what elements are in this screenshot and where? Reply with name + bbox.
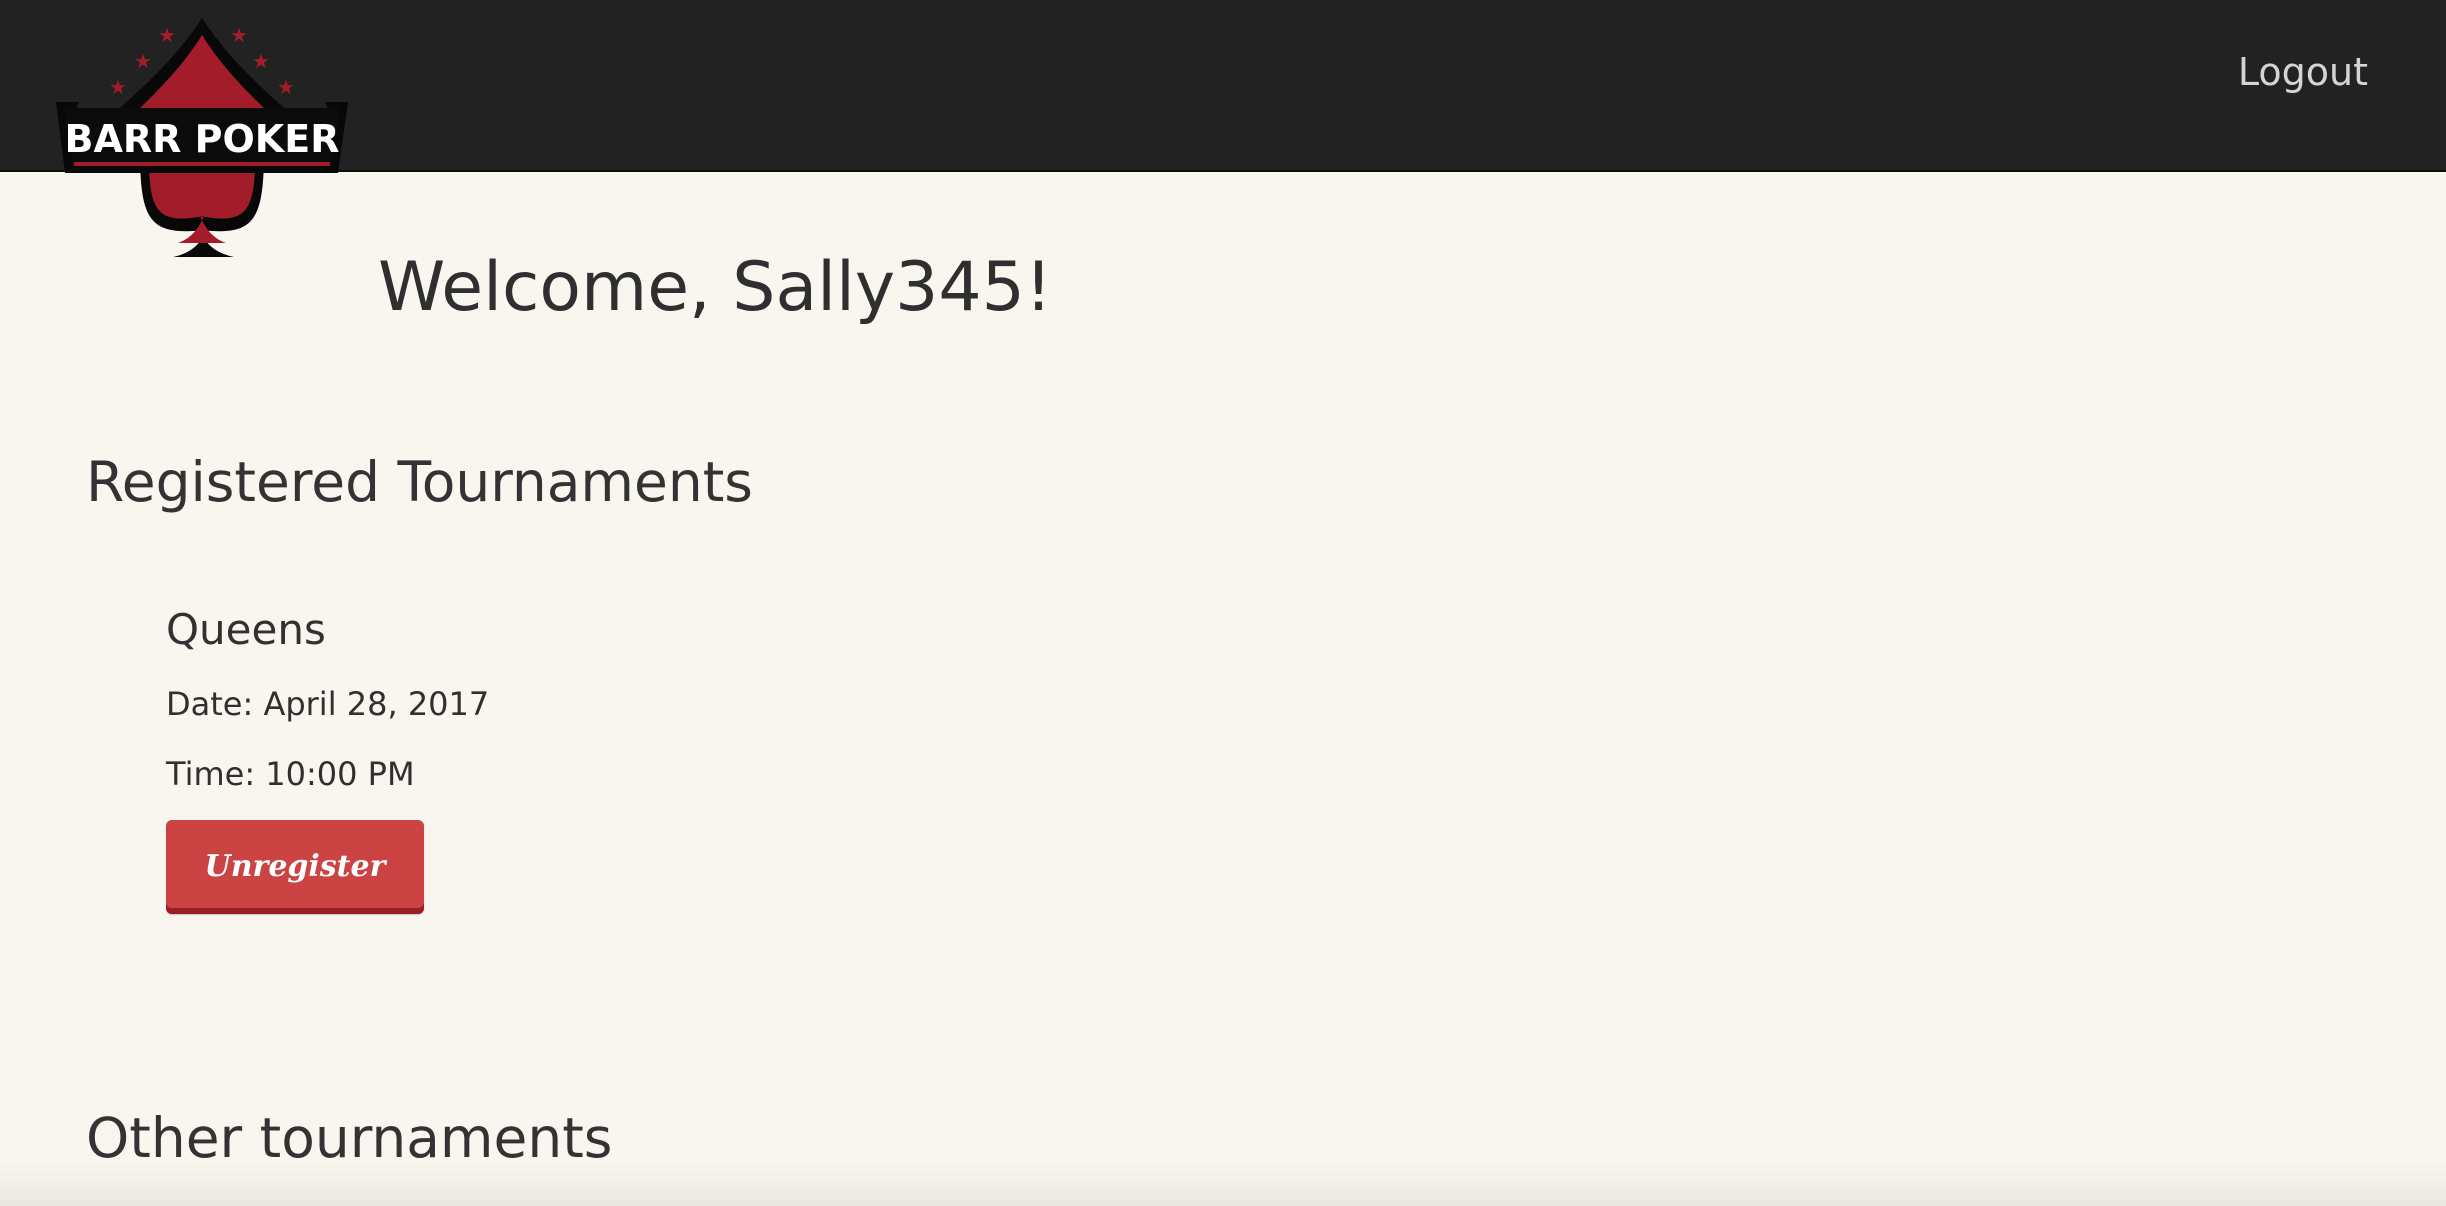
tournament-time: Time: 10:00 PM bbox=[166, 755, 415, 793]
tournament-name: Queens bbox=[166, 605, 326, 654]
star-icon: ★ bbox=[134, 49, 152, 73]
unregister-button[interactable]: Unregister bbox=[166, 820, 424, 914]
barr-poker-logo: BARR POKER ★ ★ ★ ★ ★ ★ bbox=[46, 8, 358, 266]
app-page: Logout BARR POKER ★ ★ ★ ★ ★ ★ Welcome, S… bbox=[0, 0, 2446, 1206]
spade-icon: BARR POKER ★ ★ ★ ★ ★ ★ bbox=[56, 18, 348, 257]
star-icon: ★ bbox=[252, 49, 270, 73]
logout-link[interactable]: Logout bbox=[2238, 50, 2368, 94]
registered-tournaments-title: Registered Tournaments bbox=[86, 450, 753, 514]
star-icon: ★ bbox=[277, 75, 295, 99]
star-icon: ★ bbox=[109, 75, 127, 99]
top-navigation-bar: Logout bbox=[0, 0, 2446, 172]
star-icon: ★ bbox=[158, 23, 176, 47]
welcome-heading: Welcome, Sally345! bbox=[378, 248, 1053, 327]
registered-tournament-card: Queens Date: April 28, 2017 Time: 10:00 … bbox=[166, 604, 866, 914]
tournament-date: Date: April 28, 2017 bbox=[166, 685, 490, 723]
logo-text: BARR POKER bbox=[65, 117, 340, 161]
star-icon: ★ bbox=[230, 23, 248, 47]
other-tournaments-title: Other tournaments bbox=[86, 1106, 613, 1170]
